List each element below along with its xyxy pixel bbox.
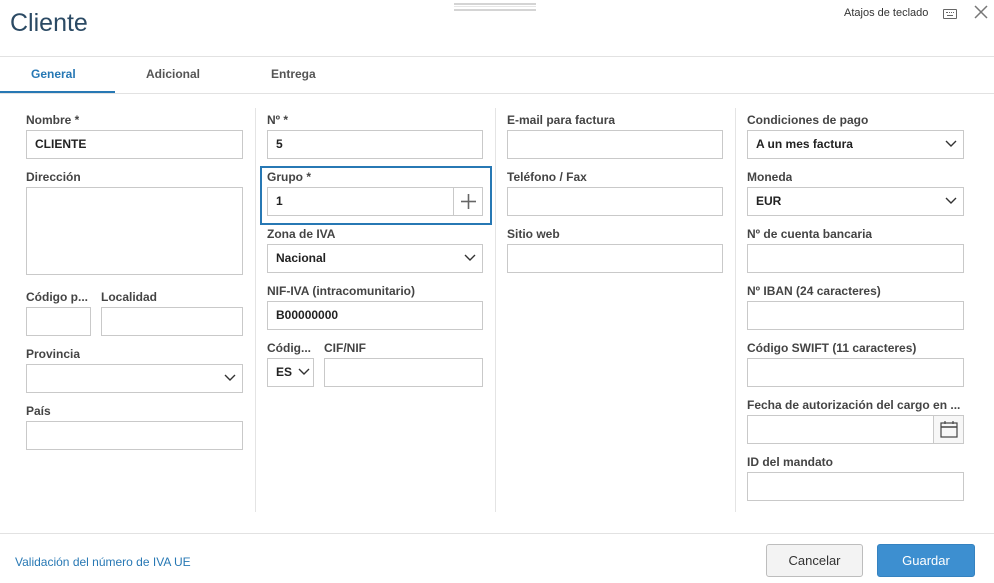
codigo-postal-input[interactable] (26, 307, 91, 336)
nombre-label: Nombre * (26, 113, 80, 127)
vat-validation-link[interactable]: Validación del número de IVA UE (15, 555, 191, 569)
column-divider (495, 108, 496, 512)
cancel-button[interactable]: Cancelar (766, 544, 863, 577)
drag-handle[interactable] (454, 3, 536, 11)
cuenta-bancaria-input[interactable] (747, 244, 964, 273)
grupo-value: 1 (276, 194, 283, 208)
pais-input[interactable] (26, 421, 243, 450)
provincia-label: Provincia (26, 347, 81, 361)
chevron-down-icon (464, 254, 476, 261)
fecha-autorizacion-input[interactable] (747, 415, 964, 444)
cif-nif-label: CIF/NIF (324, 341, 366, 355)
numero-input[interactable]: 5 (267, 130, 483, 159)
save-button[interactable]: Guardar (877, 544, 975, 577)
zona-iva-value: Nacional (276, 251, 327, 265)
tab-entrega[interactable]: Entrega (271, 67, 316, 81)
sitio-web-input[interactable] (507, 244, 723, 273)
calendar-icon (940, 421, 958, 438)
condiciones-pago-select[interactable]: A un mes factura (747, 130, 964, 159)
dialog-title: Cliente (10, 9, 88, 37)
direccion-label: Dirección (26, 170, 81, 184)
zona-iva-select[interactable]: Nacional (267, 244, 483, 273)
footer-divider (0, 533, 994, 534)
swift-label: Código SWIFT (11 caracteres) (747, 341, 917, 355)
chevron-down-icon (945, 197, 957, 204)
condiciones-pago-label: Condiciones de pago (747, 113, 869, 127)
telefono-fax-label: Teléfono / Fax (507, 170, 587, 184)
provincia-select[interactable] (26, 364, 243, 393)
moneda-select[interactable]: EUR (747, 187, 964, 216)
moneda-value: EUR (756, 194, 782, 208)
codigo-pais-value: ES (276, 365, 293, 379)
add-group-button[interactable] (453, 188, 482, 215)
email-factura-input[interactable] (507, 130, 723, 159)
cuenta-bancaria-label: Nº de cuenta bancaria (747, 227, 873, 241)
tab-adicional[interactable]: Adicional (146, 67, 200, 81)
fecha-autorizacion-label: Fecha de autorización del cargo en ... (747, 398, 961, 412)
cif-nif-input[interactable] (324, 358, 483, 387)
close-icon[interactable] (972, 3, 990, 21)
condiciones-pago-value: A un mes factura (756, 137, 853, 151)
tab-general[interactable]: General (31, 67, 76, 81)
direccion-textarea[interactable] (26, 187, 243, 275)
telefono-fax-input[interactable] (507, 187, 723, 216)
id-mandato-input[interactable] (747, 472, 964, 501)
numero-label: Nº * (267, 113, 289, 127)
codigo-postal-label: Código p... (26, 290, 88, 304)
localidad-input[interactable] (101, 307, 243, 336)
grupo-label: Grupo * (267, 170, 311, 184)
pais-label: País (26, 404, 51, 418)
nif-iva-label: NIF-IVA (intracomunitario) (267, 284, 415, 298)
localidad-label: Localidad (101, 290, 158, 304)
column-divider (255, 108, 256, 512)
iban-input[interactable] (747, 301, 964, 330)
grupo-input[interactable]: 1 (267, 187, 483, 216)
nif-iva-input[interactable]: B00000000 (267, 301, 483, 330)
moneda-label: Moneda (747, 170, 793, 184)
tabs-divider (0, 93, 994, 94)
iban-label: Nº IBAN (24 caracteres) (747, 284, 881, 298)
swift-input[interactable] (747, 358, 964, 387)
keyboard-icon[interactable] (943, 9, 957, 19)
header-divider (0, 56, 994, 57)
email-factura-label: E-mail para factura (507, 113, 616, 127)
zona-iva-label: Zona de IVA (267, 227, 336, 241)
chevron-down-icon (945, 140, 957, 147)
codigo-pais-select[interactable]: ES (267, 358, 314, 387)
codigo-pais-label: Códig... (267, 341, 311, 355)
keyboard-shortcuts-link[interactable]: Atajos de teclado (844, 7, 928, 19)
nombre-input[interactable]: CLIENTE (26, 130, 243, 159)
plus-icon (461, 194, 476, 209)
date-picker-button[interactable] (933, 416, 963, 443)
chevron-down-icon (224, 374, 236, 381)
id-mandato-label: ID del mandato (747, 455, 834, 469)
column-divider (735, 108, 736, 512)
chevron-down-icon (298, 368, 310, 375)
sitio-web-label: Sitio web (507, 227, 560, 241)
